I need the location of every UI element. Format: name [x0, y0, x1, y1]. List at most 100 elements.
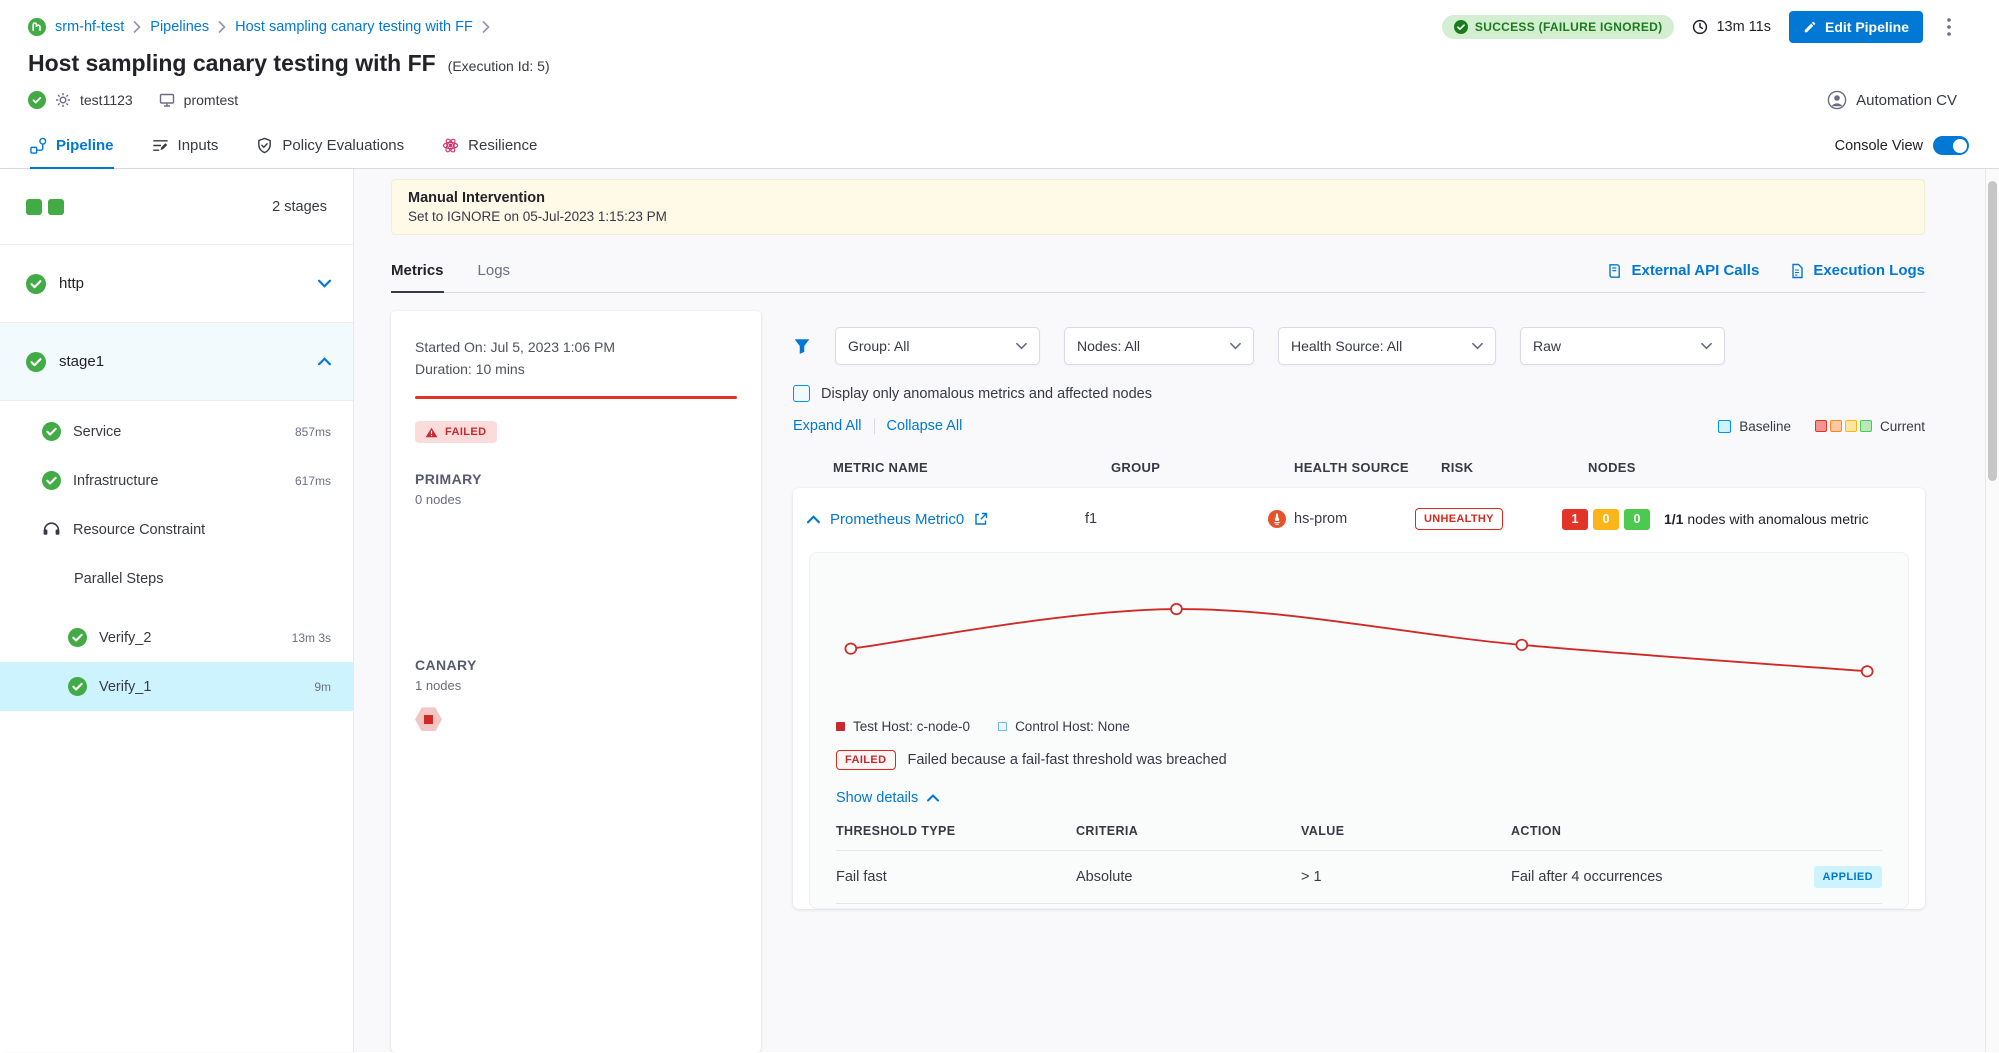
- primary-nodes-count: 0 nodes: [415, 492, 737, 507]
- anomalous-only-checkbox[interactable]: [793, 385, 810, 402]
- verification-progress-bar: [415, 396, 737, 399]
- tab-pipeline[interactable]: Pipeline: [30, 123, 114, 168]
- vertical-scrollbar[interactable]: [1985, 169, 1999, 1052]
- gear-icon: [55, 92, 71, 108]
- warning-triangle-icon: [425, 427, 438, 438]
- stage1-step-list: Service 857ms Infrastructure 617ms Resou…: [0, 401, 353, 711]
- clock-icon: [1692, 19, 1708, 35]
- execution-status-badge: SUCCESS (FAILURE IGNORED): [1442, 15, 1675, 39]
- external-link-icon[interactable]: [974, 512, 988, 526]
- step-details-panel: Manual Intervention Set to IGNORE on 05-…: [354, 169, 1985, 1052]
- collapse-all-link[interactable]: Collapse All: [887, 418, 963, 434]
- sidebar-step-parallel-steps[interactable]: Parallel Steps: [0, 554, 353, 603]
- data-type-dropdown[interactable]: Raw: [1520, 327, 1725, 365]
- healthy-node-count-badge: 0: [1624, 509, 1650, 530]
- tab-pipeline-label: Pipeline: [56, 137, 114, 154]
- breadcrumb-pipeline-name[interactable]: Host sampling canary testing with FF: [235, 19, 473, 35]
- edit-pipeline-button[interactable]: Edit Pipeline: [1789, 11, 1923, 43]
- pencil-icon: [1803, 20, 1817, 34]
- nodes-filter-dropdown[interactable]: Nodes: All: [1064, 327, 1254, 365]
- chevron-up-icon[interactable]: [318, 357, 331, 366]
- criteria-value: Absolute: [1076, 869, 1301, 885]
- scrollbar-thumb[interactable]: [1988, 181, 1997, 481]
- execution-logs-link[interactable]: Execution Logs: [1789, 262, 1925, 279]
- metrics-panel: Group: All Nodes: All Health Source: All…: [793, 311, 1925, 1052]
- col-threshold-type: THRESHOLD TYPE: [836, 824, 1076, 838]
- group-filter-dropdown[interactable]: Group: All: [835, 327, 1040, 365]
- action-value: Fail after 4 occurrences: [1511, 869, 1663, 885]
- current-swatch-orange: [1830, 420, 1842, 432]
- breadcrumb-separator-icon: [133, 21, 141, 33]
- baseline-swatch: [1718, 420, 1731, 433]
- chevron-down-icon: [1472, 342, 1483, 350]
- line-chart-svg: [836, 577, 1882, 709]
- chevron-down-icon: [1701, 342, 1712, 350]
- tab-logs[interactable]: Logs: [478, 249, 511, 292]
- service-status-icon: [28, 91, 46, 109]
- user-avatar-icon: [1827, 90, 1847, 110]
- step-infrastructure-duration: 617ms: [295, 474, 331, 488]
- nodes-ratio: 1/1: [1664, 511, 1683, 527]
- page-title: Host sampling canary testing with FF: [28, 50, 436, 77]
- sidebar-step-verify-1[interactable]: Verify_1 9m: [0, 662, 353, 711]
- control-host-label: Control Host: None: [1015, 719, 1130, 734]
- stage-count-label: 2 stages: [272, 199, 327, 215]
- filter-funnel-icon[interactable]: [793, 337, 811, 355]
- duration-summary-label: Duration: 10 mins: [415, 359, 737, 381]
- expand-all-link[interactable]: Expand All: [793, 418, 862, 434]
- step-verify-1-label: Verify_1: [99, 679, 151, 695]
- nodes-ratio-text: nodes with anomalous metric: [1687, 511, 1868, 527]
- threshold-type-value: Fail fast: [836, 869, 1076, 885]
- threshold-table-row: Fail fast Absolute > 1 Fail after 4 occu…: [836, 851, 1882, 904]
- external-api-calls-label: External API Calls: [1631, 262, 1759, 279]
- metrics-table-header: METRIC NAME GROUP HEALTH SOURCE RISK NOD…: [793, 460, 1925, 488]
- nodes-filter-value: Nodes: All: [1077, 338, 1140, 354]
- environment-name[interactable]: promtest: [184, 92, 238, 108]
- chevron-down-icon[interactable]: [318, 279, 331, 288]
- control-host-swatch: [998, 722, 1007, 731]
- pipeline-icon: [30, 137, 47, 154]
- service-name[interactable]: test1123: [80, 92, 133, 108]
- kebab-menu-icon[interactable]: [1941, 16, 1957, 38]
- resource-constraint-icon: [42, 520, 61, 539]
- duration-label: 13m 11s: [1716, 19, 1771, 35]
- metric-row[interactable]: Prometheus Metric0 f1 hs-prom UNHEALTHY …: [793, 488, 1925, 550]
- anomalous-only-label: Display only anomalous metrics and affec…: [821, 386, 1152, 402]
- step-verify-2-label: Verify_2: [99, 630, 151, 646]
- edit-pipeline-label: Edit Pipeline: [1825, 19, 1909, 35]
- canary-node-hexagon[interactable]: [415, 707, 442, 731]
- success-check-icon: [42, 471, 61, 490]
- canary-label: CANARY: [415, 657, 737, 673]
- health-source-filter-dropdown[interactable]: Health Source: All: [1278, 327, 1496, 365]
- tab-inputs[interactable]: Inputs: [152, 123, 219, 168]
- step-service-duration: 857ms: [295, 425, 331, 439]
- tab-resilience[interactable]: Resilience: [442, 123, 537, 168]
- col-health-source: HEALTH SOURCE: [1294, 460, 1441, 475]
- show-details-link[interactable]: Show details: [836, 790, 1882, 806]
- metric-chart-legend: Test Host: c-node-0 Control Host: None: [836, 719, 1882, 734]
- tab-policy-evaluations[interactable]: Policy Evaluations: [256, 123, 404, 168]
- sidebar-step-service[interactable]: Service 857ms: [0, 407, 353, 456]
- breadcrumb-project[interactable]: srm-hf-test: [55, 19, 124, 35]
- metrics-filters-row: Group: All Nodes: All Health Source: All…: [793, 327, 1925, 365]
- console-view-label: Console View: [1835, 138, 1923, 154]
- resilience-chaos-icon: [442, 137, 459, 154]
- sidebar-step-infrastructure[interactable]: Infrastructure 617ms: [0, 456, 353, 505]
- sidebar-stage-http[interactable]: http: [0, 245, 353, 323]
- col-metric-name: METRIC NAME: [833, 460, 1111, 475]
- test-host-swatch: [836, 722, 845, 731]
- tab-metrics[interactable]: Metrics: [391, 249, 444, 292]
- shield-check-icon: [256, 137, 273, 154]
- console-view-toggle[interactable]: [1933, 136, 1969, 155]
- metric-name-link[interactable]: Prometheus Metric0: [830, 511, 964, 528]
- sidebar-step-resource-constraint[interactable]: Resource Constraint: [0, 505, 353, 554]
- external-api-calls-link[interactable]: External API Calls: [1607, 262, 1759, 279]
- breadcrumb-pipelines[interactable]: Pipelines: [150, 19, 209, 35]
- banner-title: Manual Intervention: [408, 190, 1908, 206]
- data-type-value: Raw: [1533, 338, 1561, 354]
- sidebar-step-verify-2[interactable]: Verify_2 13m 3s: [0, 613, 353, 662]
- stage-http-label: http: [59, 275, 84, 292]
- main-tab-bar: Pipeline Inputs Policy Evaluations Resil…: [0, 123, 1999, 169]
- sidebar-stage-stage1[interactable]: stage1: [0, 323, 353, 401]
- collapse-caret-icon[interactable]: [807, 515, 820, 524]
